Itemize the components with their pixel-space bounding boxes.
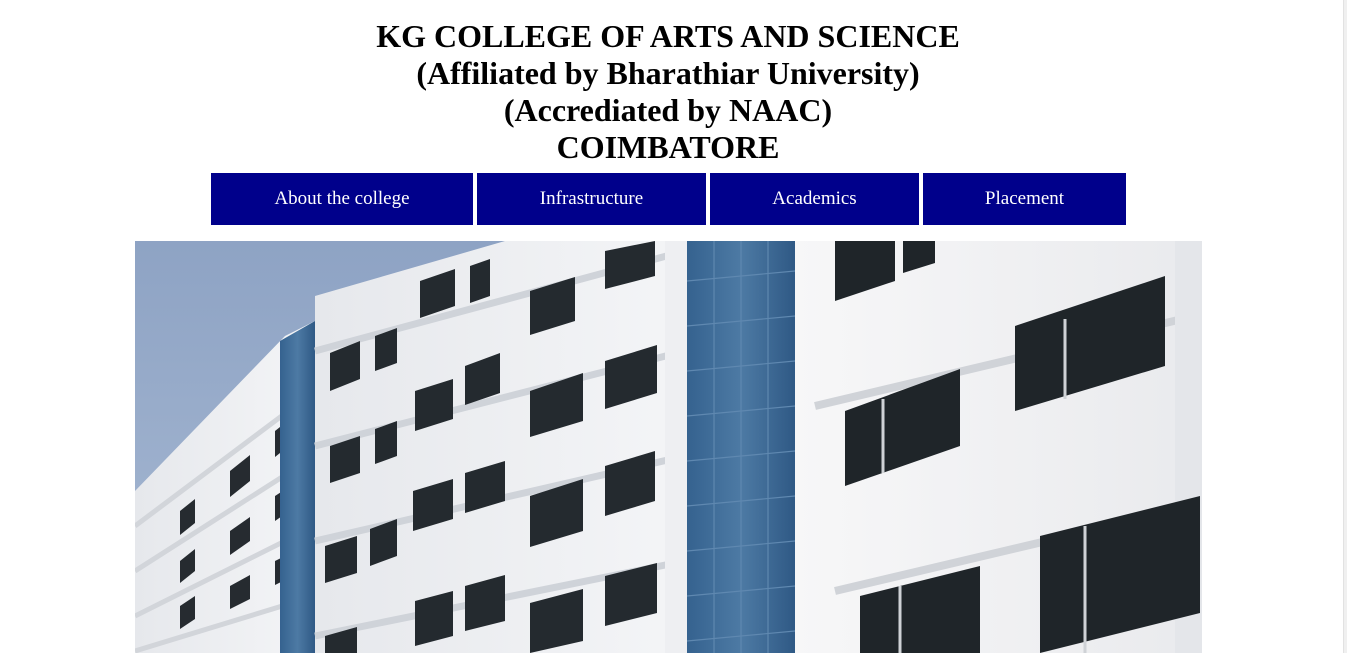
main-nav: About the college Infrastructure Academi… — [0, 173, 1336, 225]
page-scrollbar[interactable] — [1343, 0, 1347, 653]
college-building-image — [135, 241, 1202, 653]
nav-placement-button[interactable]: Placement — [923, 173, 1126, 225]
city-line: COIMBATORE — [556, 129, 780, 165]
college-building-illustration — [135, 241, 1202, 653]
college-title: KG COLLEGE OF ARTS AND SCIENCE — [376, 18, 960, 54]
nav-about-button[interactable]: About the college — [211, 173, 473, 225]
nav-academics-button[interactable]: Academics — [710, 173, 919, 225]
accreditation-line: (Accrediated by NAAC) — [503, 92, 833, 128]
nav-infrastructure-button[interactable]: Infrastructure — [477, 173, 706, 225]
affiliation-line: (Affiliated by Bharathiar University) — [416, 55, 920, 91]
college-header: KG COLLEGE OF ARTS AND SCIENCE (Affiliat… — [0, 18, 1336, 166]
